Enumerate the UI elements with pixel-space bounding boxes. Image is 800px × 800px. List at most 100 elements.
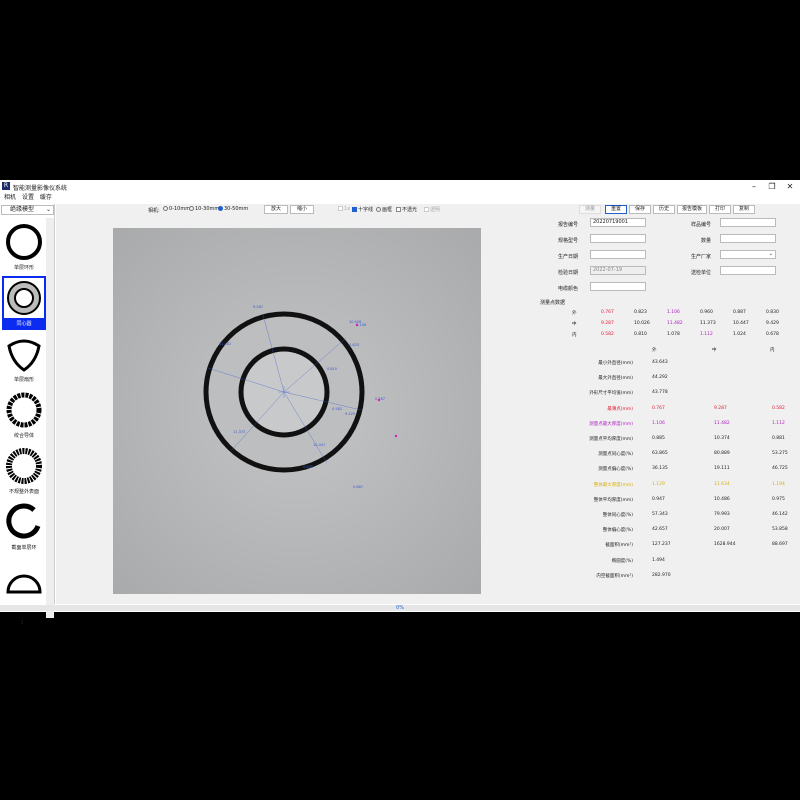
stats-value: 282.970: [652, 572, 671, 578]
sender-label: 送检单位: [690, 270, 711, 276]
check-label: 1x: [344, 206, 351, 212]
image-panel: 相机: 0-10mm 10-30mm 30-50mm 放大 缩小 1x 十字线 …: [56, 204, 538, 604]
checkbox-crosshair[interactable]: 十字线: [352, 206, 373, 213]
range-radio-10-30[interactable]: 10-30mm: [189, 206, 219, 212]
prod-date-label: 生产日期: [557, 254, 578, 260]
history-button[interactable]: 历史: [653, 205, 675, 214]
checkbox-transparent[interactable]: 透明: [424, 206, 440, 213]
stats-value: 1.112: [772, 420, 785, 426]
spec-input[interactable]: [590, 234, 646, 243]
stats-value: 127.237: [652, 542, 671, 548]
model-label: 单层环形: [13, 265, 34, 271]
model-half-circle[interactable]: [2, 556, 46, 608]
zoom-in-button[interactable]: 放大: [264, 205, 288, 214]
app-logo-icon: R: [2, 182, 10, 190]
stats-value: 53.858: [772, 527, 788, 533]
application-window: R 智能测量影像仪系统 – ❐ ✕ 相机 设置 缓存 绝缘模型 ⌄ 单层环形 同…: [0, 180, 800, 626]
menu-settings[interactable]: 设置: [22, 193, 34, 203]
check-date-label: 检验日期: [557, 270, 578, 276]
menu-camera[interactable]: 相机: [4, 193, 16, 203]
checkbox-opaque[interactable]: 不透光: [396, 206, 417, 213]
radio-icon: [218, 206, 223, 211]
model-label: 不规整外表面: [8, 489, 39, 495]
reset-button[interactable]: 重置: [605, 205, 627, 214]
camera-image-view[interactable]: 10.026 9.287 11.482 11.373 10.447 9.429 …: [113, 228, 481, 594]
maximize-button[interactable]: ❐: [762, 181, 782, 192]
stats-header-inner: 内: [770, 348, 775, 353]
points-cell: 0.830: [766, 310, 779, 315]
close-button[interactable]: ✕: [780, 181, 800, 192]
progress-label: 0%: [396, 605, 404, 611]
range-radio-30-50[interactable]: 30-50mm: [218, 206, 248, 212]
model-label: 截面单层环: [11, 545, 37, 551]
stats-label: 整体最大厚度(mm): [593, 482, 633, 488]
model-irregular-surface[interactable]: 不规整外表面: [2, 444, 46, 498]
overlay-label: 0.887: [353, 485, 363, 489]
camera-toolbar: 相机: 0-10mm 10-30mm 30-50mm 放大 缩小 1x 十字线 …: [56, 204, 538, 216]
points-cell: 0.767: [601, 310, 614, 315]
stats-label: 测量点偏心度(%): [598, 467, 633, 473]
menu-cache[interactable]: 缓存: [40, 193, 52, 203]
stats-value: 0.767: [652, 405, 665, 411]
stats-label: 测量点最大厚度(mm): [589, 421, 633, 427]
chevron-down-icon: ⌄: [768, 251, 773, 257]
points-cell: 9.287: [601, 321, 614, 326]
report-no-input[interactable]: 20220719001: [590, 218, 646, 227]
cable-color-input[interactable]: [590, 282, 646, 291]
stats-label: 整体偏心度(%): [602, 528, 633, 534]
model-panel: 绝缘模型 ⌄ 单层环形 同心圆 单层扇形 绞合导体 不规整外表面 截面单层环 3: [0, 204, 55, 626]
model-cut-ring[interactable]: 截面单层环: [2, 500, 46, 554]
zoom-out-button[interactable]: 缩小: [290, 205, 314, 214]
overlay-label: 0.810: [327, 367, 337, 371]
stats-header-outer: 外: [652, 348, 657, 353]
points-row-label: 中: [572, 322, 577, 327]
stats-value: 43.643: [652, 360, 668, 365]
overlay-label: 0.823: [349, 343, 359, 347]
maker-select[interactable]: ⌄: [720, 250, 776, 259]
stats-label: 内空截面积(mm²): [596, 573, 633, 579]
radio-icon: [376, 207, 381, 212]
model-single-ring[interactable]: 单层环形: [2, 220, 46, 274]
radio-icon: [163, 206, 168, 211]
print-button[interactable]: 打印: [709, 205, 731, 214]
stats-value: 9.287: [714, 405, 727, 411]
sample-no-input[interactable]: [720, 218, 776, 227]
model-concentric-ring[interactable]: 同心圆: [2, 276, 46, 330]
check-date-input[interactable]: 2022-07-19: [590, 266, 646, 275]
report-template-button[interactable]: 报告模板: [677, 205, 707, 214]
irregular-surface-icon: [6, 448, 42, 484]
sender-input[interactable]: [720, 266, 776, 275]
stats-value: 1.194: [772, 481, 785, 487]
save-button[interactable]: 保存: [629, 205, 651, 214]
points-cell: 11.373: [700, 321, 716, 326]
window-title: 智能测量影像仪系统: [13, 185, 68, 192]
stats-value: 1.129: [652, 481, 665, 487]
stats-value: 80.889: [714, 451, 730, 457]
menu-bar: 相机 设置 缓存: [0, 193, 800, 203]
single-sector-icon: [7, 339, 41, 372]
range-label: 30-50mm: [224, 206, 249, 212]
copy-button[interactable]: 复制: [733, 205, 755, 214]
points-row-label: 外: [572, 311, 577, 316]
stats-value: 63.865: [652, 451, 668, 457]
qty-input[interactable]: [720, 234, 776, 243]
points-cell: 1.106: [667, 310, 680, 315]
model-list-scrollbar[interactable]: [46, 218, 54, 618]
model-single-sector[interactable]: 单层扇形: [2, 332, 46, 386]
model-type-select[interactable]: 绝缘模型 ⌄: [1, 205, 54, 215]
stats-value: 10.374: [714, 436, 730, 441]
minimize-button[interactable]: –: [744, 181, 764, 192]
stats-value: 46.725: [772, 466, 788, 472]
measure-button[interactable]: 测量: [579, 205, 601, 214]
checkbox-icon: [396, 207, 401, 212]
range-label: 0-10mm: [169, 206, 191, 212]
range-radio-0-10[interactable]: 0-10mm: [163, 206, 190, 212]
points-cell: 0.887: [733, 310, 746, 315]
prod-date-input[interactable]: [590, 250, 646, 259]
measure-point: [355, 323, 359, 327]
model-stranded-conductor[interactable]: 绞合导体: [2, 388, 46, 442]
checkbox-1x[interactable]: 1x: [338, 206, 350, 212]
radio-draw-box[interactable]: 画框: [376, 206, 392, 213]
overlay-label: 10.447: [313, 443, 325, 447]
chevron-down-icon: ⌄: [45, 206, 51, 213]
